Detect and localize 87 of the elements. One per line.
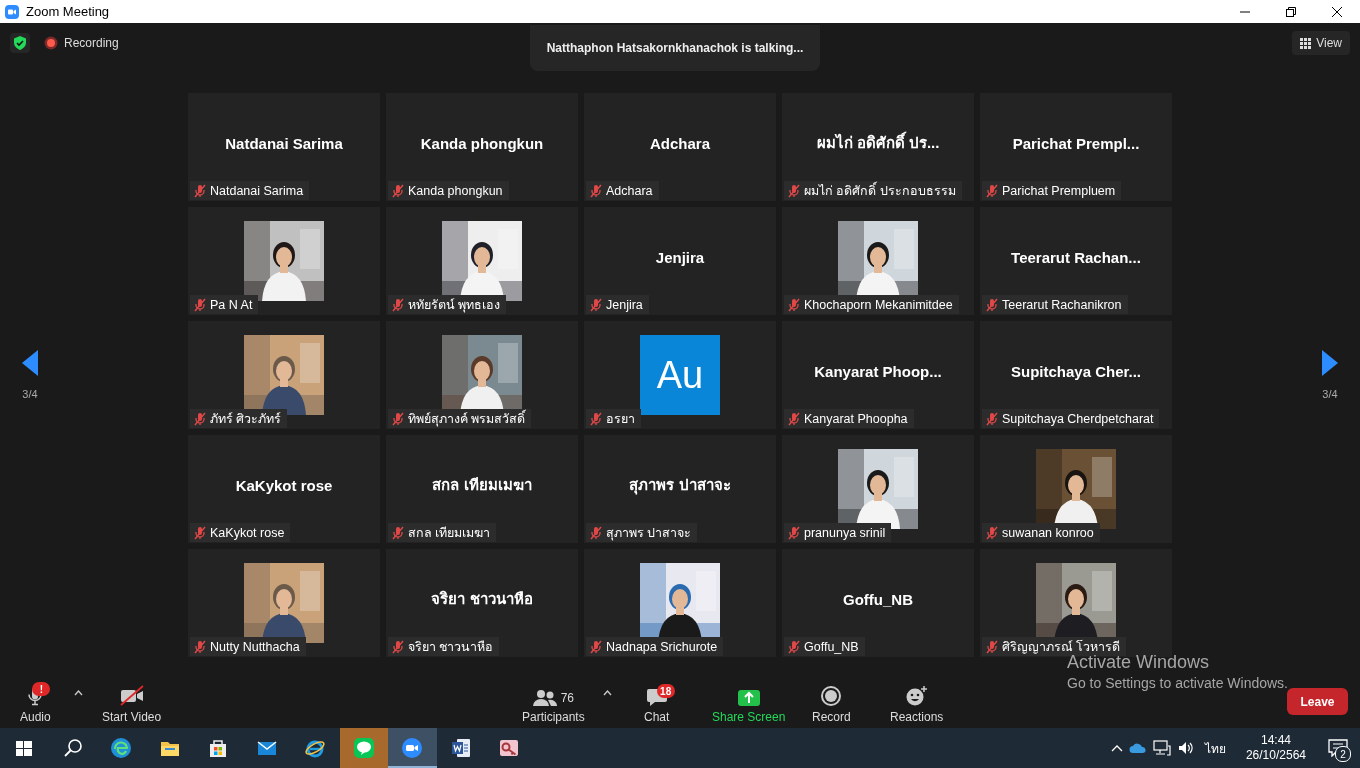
name-tag: suwanan konroo	[982, 523, 1100, 542]
participant-name: KaKykot rose	[235, 475, 333, 494]
name-tag: Supitchaya Cherdpetcharat	[982, 409, 1160, 428]
name-tag: Parichat Prempluem	[982, 181, 1122, 200]
participant-name: สุภาพร ปาสาจะ	[629, 475, 731, 497]
people-icon	[532, 690, 557, 706]
name-tag: ศิริญญาภรณ์ โวหารดี	[982, 637, 1127, 656]
name-tag: Khochaporn Mekanimitdee	[784, 295, 959, 314]
participant-name: Parichat Prempl...	[1012, 133, 1140, 152]
record-button[interactable]: Record	[808, 678, 855, 724]
name-tag: Kanda phongkun	[388, 181, 509, 200]
window-title: Zoom Meeting	[26, 4, 110, 19]
participant-name: Natdanai Sarima	[225, 133, 343, 152]
chat-button[interactable]: 18 Chat	[640, 678, 674, 724]
speaker-notice: Natthaphon Hatsakornkhanachok is talking...	[530, 25, 820, 71]
name-tag: Teerarut Rachanikron	[982, 295, 1128, 314]
input-language[interactable]: ไทย	[1204, 738, 1226, 758]
name-tag: Goffu_NB	[784, 637, 865, 656]
leave-button[interactable]: Leave	[1287, 688, 1348, 715]
grid-icon	[1300, 37, 1312, 49]
name-tag: Kanyarat Phoopha	[784, 409, 914, 428]
participant-name: Supitchaya Cher...	[1010, 361, 1141, 380]
restore-icon[interactable]	[1285, 5, 1297, 18]
notification-center-button[interactable]: 2	[1322, 728, 1354, 768]
notification-count: 2	[1335, 746, 1351, 762]
name-tag: ทิพย์สุภางค์ พรมสวัสดิ์	[388, 409, 532, 428]
camera-off-icon	[119, 685, 144, 706]
app-logo: Au	[640, 335, 720, 415]
participant-name: สกล เทียมเมฆา	[432, 475, 532, 495]
chevron-up-icon[interactable]	[1110, 744, 1123, 752]
audio-button[interactable]: ! Audio	[16, 678, 55, 724]
participant-name: Kanyarat Phoop...	[814, 361, 942, 380]
participant-name: Adchara	[650, 133, 710, 152]
taskbar-button[interactable]	[339, 728, 388, 768]
network-icon[interactable]	[1152, 740, 1171, 756]
name-tag: สกล เทียมเมฆา	[388, 523, 497, 542]
participant-name: Goffu_NB	[843, 589, 913, 608]
page-indicator: 3/4	[1322, 388, 1338, 400]
notification-badge: 18	[656, 684, 675, 698]
message-icon	[1328, 739, 1348, 757]
name-tag: Nadnapa Srichurote	[586, 637, 724, 656]
clock-date: 26/10/2564	[1245, 748, 1306, 763]
participants-button[interactable]: 76 Participants	[518, 678, 589, 724]
participant-name: Kanda phongkun	[420, 133, 544, 152]
participant-count: 76	[560, 691, 575, 705]
document-icon	[449, 737, 472, 759]
name-tag: KaKykot rose	[190, 523, 291, 542]
shield-icon	[10, 33, 30, 53]
name-tag: pranunya srinil	[784, 523, 892, 542]
app-logo-icon	[4, 3, 20, 20]
share-screen-button[interactable]: Share Screen	[708, 678, 790, 724]
clock-time: 14:44	[1260, 733, 1291, 748]
chat-app-icon	[352, 737, 375, 759]
start-video-button[interactable]: Start Video	[98, 678, 166, 724]
close-icon[interactable]	[1331, 5, 1343, 18]
name-tag: ผมไก่ อดิศักดิ์ ประกอบธรรม	[784, 181, 962, 200]
name-tag: Natdanai Sarima	[190, 181, 310, 200]
smiley-icon	[905, 686, 928, 706]
name-tag: จริยา ชาวนาหือ	[388, 637, 500, 656]
name-tag: Adchara	[586, 181, 659, 200]
participant-name: ผมไก่ อดิศักดิ์ ปร...	[816, 119, 940, 155]
participant-name: Jenjira	[655, 247, 705, 266]
reactions-button[interactable]: Reactions	[886, 678, 948, 724]
name-tag: Jenjira	[586, 295, 649, 314]
participant-name: Teerarut Rachan...	[1011, 247, 1141, 266]
notification-badge: !	[32, 682, 51, 696]
name-tag: อรยา	[586, 409, 641, 428]
key-icon	[498, 737, 521, 759]
video-camera-icon	[401, 737, 424, 759]
next-page-icon[interactable]	[1321, 350, 1339, 376]
browser-icon	[110, 737, 133, 759]
page-indicator: 3/4	[22, 388, 38, 400]
name-tag: หทัยรัตน์ พุทธเอง	[388, 295, 507, 314]
recording-label: Recording	[64, 36, 119, 50]
taskbar-button[interactable]	[388, 728, 437, 768]
participant-name: จริยา ชาวนาหือ	[431, 589, 533, 609]
speaker-icon[interactable]	[1176, 740, 1195, 756]
cloud-icon[interactable]	[1128, 742, 1147, 754]
record-icon	[821, 686, 842, 706]
previous-page-icon[interactable]	[21, 350, 39, 376]
name-tag: สุภาพร ปาสาจะ	[586, 523, 698, 542]
activation-notice-text: Go to Settings to activate Windows.	[1067, 674, 1288, 693]
name-tag: Nutty Nutthacha	[190, 637, 306, 656]
name-tag: Pa N At	[190, 295, 259, 314]
recording-dot-icon	[44, 36, 58, 50]
name-tag: ภัทร์ ศิวะภัทร์	[190, 409, 288, 428]
view-button[interactable]: View	[1292, 31, 1350, 55]
